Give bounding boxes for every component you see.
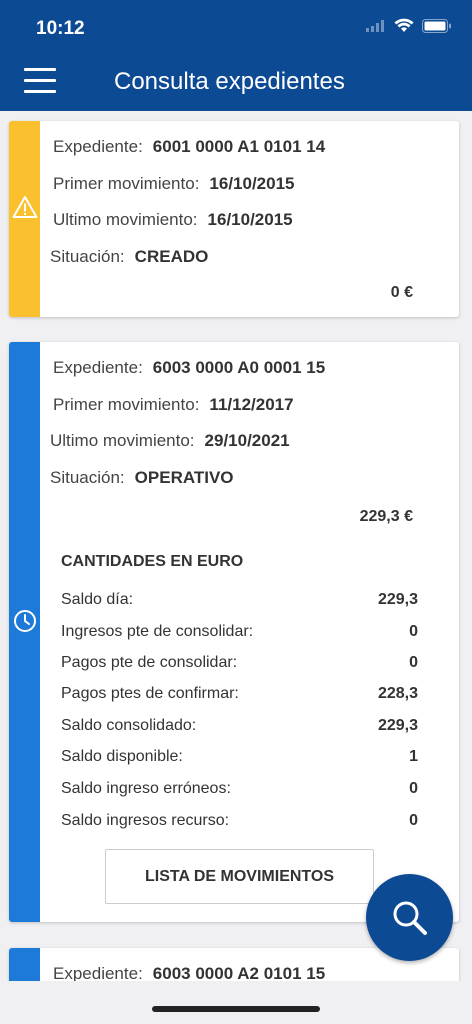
search-icon [393,901,427,935]
amount-value: 229,3 [377,591,418,608]
situacion-label: Situación: [50,247,125,266]
amount-row-saldo-recurso: Saldo ingresos recurso: 0 [61,812,418,830]
expediente-card[interactable]: Expediente: 6003 0000 A0 0001 15 Primer m… [9,342,459,922]
expediente-label: Expediente: [53,137,143,156]
page-title: Consulta expedientes [114,68,345,95]
amount-value: 0 [409,812,418,829]
ultimo-movimiento-value: 29/10/2021 [204,431,290,450]
wifi-icon [394,18,414,32]
home-indicator[interactable] [152,1006,320,1012]
amount-label: Pagos pte de consolidar: [61,654,238,671]
expediente-row: Expediente: 6001 0000 A1 0101 14 [53,137,325,157]
status-bar-warning [9,121,40,317]
status-bar-active [9,342,40,922]
amount-row-saldo-disponible: Saldo disponible: 1 [61,748,418,766]
amount-value: 229,3 [377,717,418,734]
amount-row-saldo-erroneos: Saldo ingreso erróneos: 0 [61,780,418,798]
primer-movimiento-value: 11/12/2017 [209,395,294,414]
amount-value: 228,3 [377,685,418,702]
amount-row-saldo-dia: Saldo día: 229,3 [61,591,418,609]
primer-movimiento-value: 16/10/2015 [209,174,295,193]
primer-movimiento-label: Primer movimiento: [53,174,200,193]
hamburger-menu-icon[interactable] [24,68,58,96]
amount-label: Ingresos pte de consolidar: [61,623,254,640]
amount-row-ingresos-pte: Ingresos pte de consolidar: 0 [61,623,418,641]
situacion-row: Situación: CREADO [50,247,208,267]
situacion-value: CREADO [134,247,209,266]
primer-movimiento-label: Primer movimiento: [53,395,200,414]
amount-label: Pagos ptes de confirmar: [61,685,239,702]
warning-icon [12,196,38,218]
expediente-value: 6001 0000 A1 0101 14 [152,137,326,156]
amount-label: Saldo disponible: [61,748,183,765]
ultimo-movimiento-row: Ultimo movimiento: 16/10/2015 [53,210,293,230]
expediente-label: Expediente: [53,358,143,377]
clock-icon [14,610,36,632]
amount-value: 0 [409,623,418,640]
amount-label: Saldo ingreso erróneos: [61,780,231,797]
amount-row-pagos-confirmar: Pagos ptes de confirmar: 228,3 [61,685,418,703]
situacion-row: Situación: OPERATIVO [50,468,234,488]
situacion-label: Situación: [50,468,125,487]
ultimo-movimiento-label: Ultimo movimiento: [50,431,195,450]
expediente-value: 6003 0000 A0 0001 15 [152,358,326,377]
amount-value: 1 [409,748,418,765]
total-amount: 229,3 € [359,508,413,525]
primer-movimiento-row: Primer movimiento: 16/10/2015 [53,174,295,194]
amount-label: Saldo consolidado: [61,717,197,734]
ultimo-movimiento-row: Ultimo movimiento: 29/10/2021 [50,431,290,451]
lista-movimientos-button[interactable]: LISTA DE MOVIMIENTOS [105,849,374,904]
status-bar: 10:12 [0,0,472,56]
expediente-row: Expediente: 6003 0000 A0 0001 15 [53,358,325,378]
status-icons [366,18,452,33]
status-time: 10:12 [36,18,85,39]
search-button[interactable] [366,874,453,961]
section-title: CANTIDADES EN EURO [61,553,244,570]
total-amount: 0 € [390,284,413,301]
amount-row-saldo-consolidado: Saldo consolidado: 229,3 [61,717,418,735]
amount-value: 0 [409,780,418,797]
app-header: 10:12 Consulta expedientes [0,0,472,111]
ultimo-movimiento-label: Ultimo movimiento: [53,210,198,229]
expediente-card[interactable]: Expediente: 6001 0000 A1 0101 14 Primer m… [9,121,459,317]
situacion-value: OPERATIVO [134,468,234,487]
battery-icon [422,18,451,33]
amount-label: Saldo día: [61,591,134,608]
amount-value: 0 [409,654,418,671]
bottom-safe-area [0,981,472,1024]
amount-label: Saldo ingresos recurso: [61,812,230,829]
amount-row-pagos-pte: Pagos pte de consolidar: 0 [61,654,418,672]
ultimo-movimiento-value: 16/10/2015 [207,210,293,229]
primer-movimiento-row: Primer movimiento: 11/12/2017 [53,395,294,415]
signal-icon [366,19,384,32]
